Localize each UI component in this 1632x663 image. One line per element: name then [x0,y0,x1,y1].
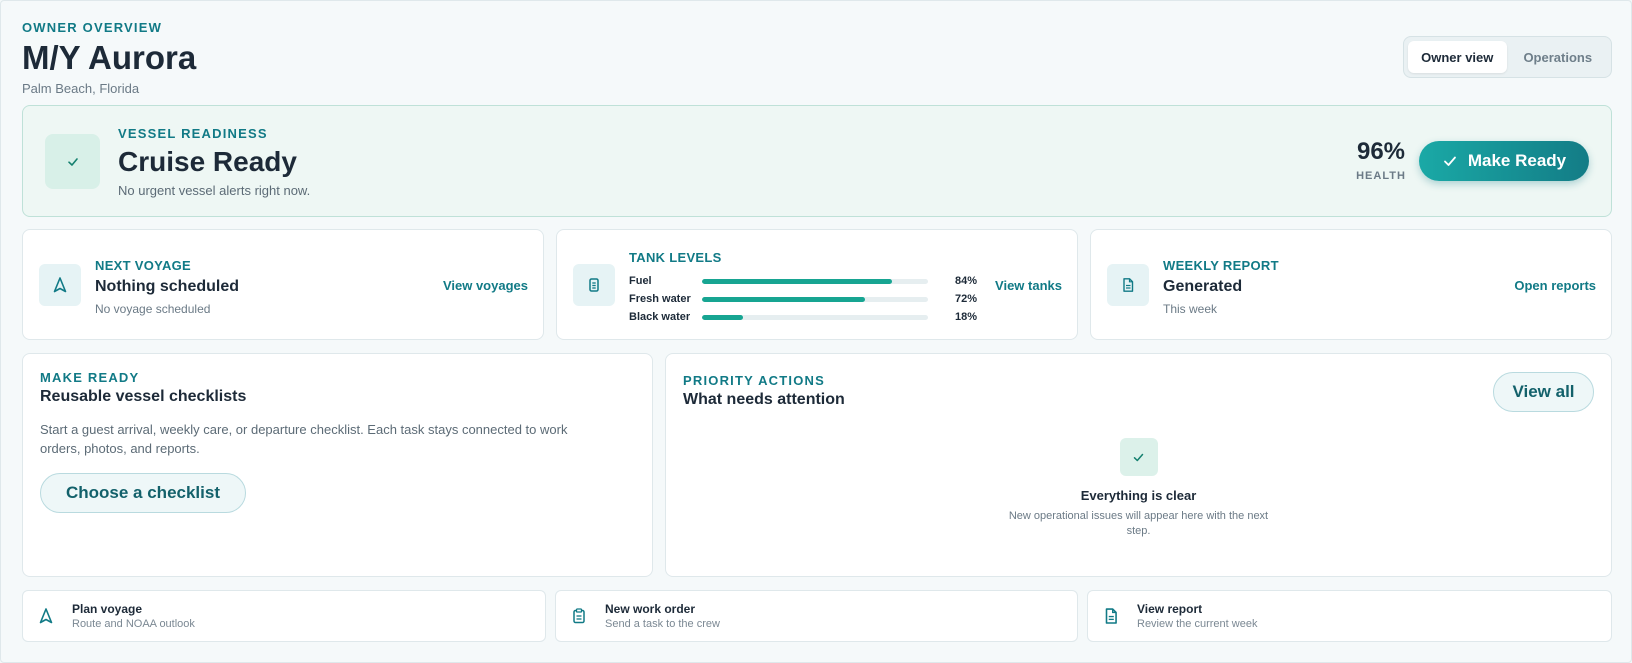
clipboard-icon [573,608,585,624]
priority-heading: PRIORITY ACTIONS What needs attention [683,373,845,409]
tank-bar [702,314,928,320]
quick-action-subtitle: Send a task to the crew [605,618,720,630]
readiness-text: VESSEL READINESS Cruise Ready No urgent … [118,126,310,198]
tank-row-black-water: Black water 18% [629,308,977,326]
tank-bar-fill [702,296,865,302]
operations-view-tab[interactable]: Operations [1509,41,1608,73]
next-voyage-value: Nothing scheduled [95,278,239,295]
quick-action-subtitle: Route and NOAA outlook [72,618,195,630]
readiness-label: VESSEL READINESS [118,126,268,141]
priority-title: What needs attention [683,391,845,408]
make-ready-description: Start a guest arrival, weekly care, or d… [40,422,568,456]
quick-action-title: Plan voyage [72,602,143,616]
tank-icon [573,264,615,306]
tank-percent: 84% [954,275,977,287]
view-voyages-link[interactable]: View voyages [443,278,528,293]
weekly-report-text: WEEKLY REPORT Generated This week [1163,258,1279,316]
make-ready-panel: MAKE READY Reusable vessel checklists St… [22,353,653,577]
owner-view-tab[interactable]: Owner view [1408,41,1507,73]
next-voyage-sub: No voyage scheduled [95,302,211,316]
tank-bar [702,296,928,302]
quick-action-title: New work order [605,602,696,616]
view-report-action[interactable]: View report Review the current week [1087,590,1612,642]
owner-overview-page: OWNER OVERVIEW M/Y Aurora Palm Beach, Fl… [0,0,1632,663]
document-icon [1105,608,1117,624]
health-value: 96% [1356,138,1406,165]
next-voyage-card: NEXT VOYAGE Nothing scheduled No voyage … [22,229,544,340]
empty-state: Everything is clear New operational issu… [666,438,1611,539]
tank-percent: 72% [954,293,977,305]
readiness-message: No urgent vessel alerts right now. [118,183,311,198]
tank-rows: Fuel 84% Fresh water 72% Black water 18% [629,272,977,326]
empty-state-title: Everything is clear [1080,488,1197,503]
tank-levels-text: TANK LEVELS Fuel 84% Fresh water 72% Bla… [629,250,977,326]
navigation-icon [39,264,81,306]
vessel-readiness-banner: VESSEL READINESS Cruise Ready No urgent … [22,105,1612,217]
health-score: 96% HEALTH [1351,138,1411,182]
page-eyebrow: OWNER OVERVIEW [22,20,163,35]
readiness-check-icon [45,134,100,189]
view-all-button[interactable]: View all [1493,372,1594,412]
quick-action-title: View report [1137,602,1203,616]
next-voyage-text: NEXT VOYAGE Nothing scheduled No voyage … [95,258,239,316]
make-ready-button[interactable]: Make Ready [1419,141,1589,181]
tank-row-fuel: Fuel 84% [629,272,977,290]
make-ready-label: MAKE READY [40,370,140,385]
tank-bar-fill [702,314,743,320]
tank-percent: 18% [954,311,977,323]
tank-row-fresh-water: Fresh water 72% [629,290,977,308]
page-title: M/Y Aurora [22,39,197,76]
make-ready-content: MAKE READY Reusable vessel checklists St… [40,370,600,513]
tank-name: Black water [629,311,691,323]
check-icon [1443,156,1456,166]
navigation-icon [39,608,53,624]
plan-voyage-action[interactable]: Plan voyage Route and NOAA outlook [22,590,546,642]
make-ready-label: Make Ready [1467,151,1567,170]
page-header: OWNER OVERVIEW M/Y Aurora Palm Beach, Fl… [22,20,196,96]
tank-name: Fuel [629,275,652,287]
next-voyage-label: NEXT VOYAGE [95,258,192,273]
view-tanks-link[interactable]: View tanks [995,278,1062,293]
document-icon [1107,264,1149,306]
tank-levels-card: TANK LEVELS Fuel 84% Fresh water 72% Bla… [556,229,1078,340]
new-work-order-action[interactable]: New work order Send a task to the crew [555,590,1078,642]
view-toggle: Owner view Operations [1403,36,1612,78]
priority-label: PRIORITY ACTIONS [683,373,825,388]
all-clear-check-icon [1119,438,1158,476]
tank-bar [702,278,928,284]
weekly-report-label: WEEKLY REPORT [1163,258,1279,273]
choose-checklist-button[interactable]: Choose a checklist [40,473,246,513]
empty-state-subtitle: New operational issues will appear here … [1008,510,1269,537]
tank-levels-label: TANK LEVELS [629,250,722,265]
open-reports-link[interactable]: Open reports [1514,278,1596,293]
weekly-report-value: Generated [1163,278,1243,295]
weekly-report-card: WEEKLY REPORT Generated This week Open r… [1090,229,1612,340]
quick-action-subtitle: Review the current week [1137,618,1258,630]
make-ready-title: Reusable vessel checklists [40,388,247,405]
health-label: HEALTH [1356,170,1406,182]
tank-bar-fill [702,278,892,284]
priority-actions-panel: PRIORITY ACTIONS What needs attention Vi… [665,353,1612,577]
vessel-location: Palm Beach, Florida [22,81,140,96]
weekly-report-sub: This week [1163,302,1218,316]
readiness-status: Cruise Ready [118,146,297,177]
tank-name: Fresh water [629,293,691,305]
